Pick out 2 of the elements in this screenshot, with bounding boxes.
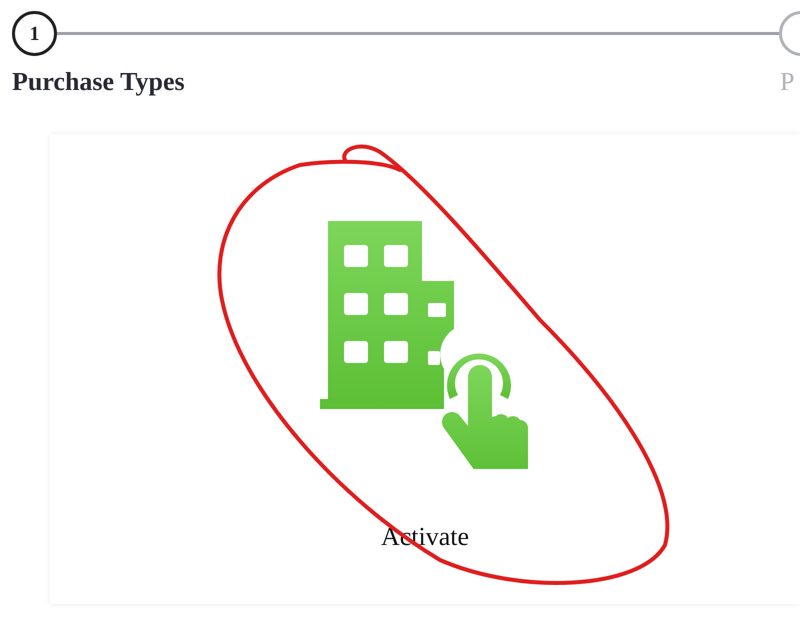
step-label: P — [780, 69, 794, 95]
step-label: Purchase Types — [12, 69, 186, 95]
